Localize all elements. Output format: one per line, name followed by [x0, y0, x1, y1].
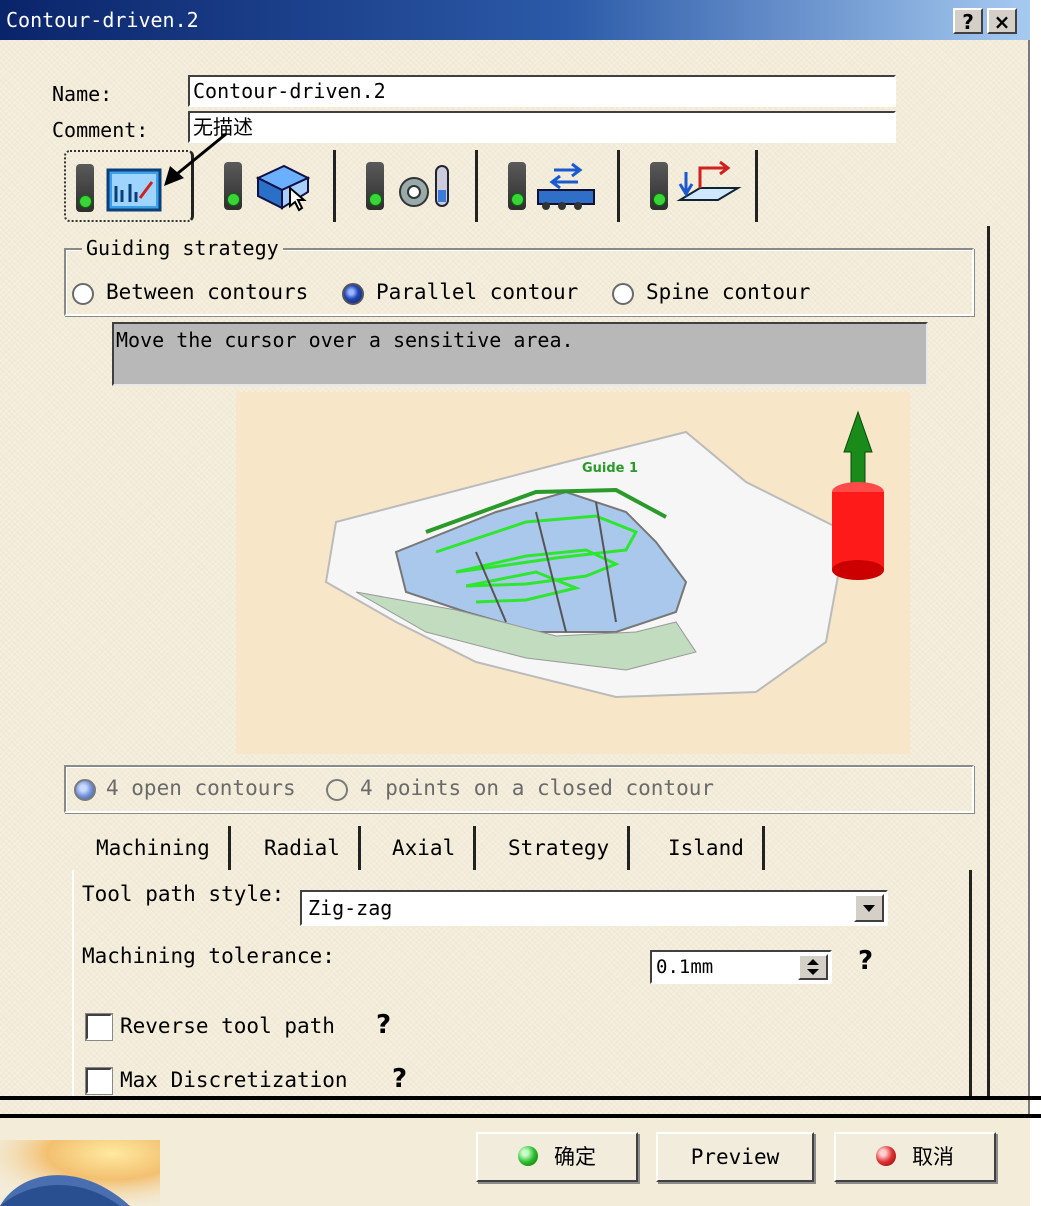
max-discretization-checkbox[interactable]: [86, 1068, 112, 1094]
radio-label-open-contours[interactable]: 4 open contours: [106, 776, 296, 800]
radio-spine-contour[interactable]: [612, 283, 634, 305]
comment-label: Comment:: [52, 118, 149, 142]
chevron-down-icon[interactable]: [854, 894, 884, 922]
geometry-tab-icon: [106, 168, 162, 212]
status-lamp-icon: [224, 162, 242, 210]
name-field[interactable]: Contour-driven.2: [188, 75, 896, 107]
radio-open-contours[interactable]: [74, 779, 96, 801]
help-icon[interactable]: ?: [953, 8, 983, 34]
radio-between-contours[interactable]: [72, 283, 94, 305]
status-lamp-icon: [508, 162, 526, 210]
cancel-button[interactable]: 取消: [834, 1132, 996, 1182]
close-icon[interactable]: ×: [987, 8, 1017, 34]
globe-logo-icon: [0, 1140, 160, 1206]
ok-button[interactable]: 确定: [476, 1132, 638, 1182]
max-disc-help-icon[interactable]: ?: [392, 1064, 407, 1094]
strategy-tab-icon: [676, 160, 742, 201]
tab-axial[interactable]: Axial: [376, 826, 477, 870]
tab-macro[interactable]: [498, 150, 620, 222]
tolerance-help-icon[interactable]: ?: [858, 946, 873, 976]
reverse-help-icon[interactable]: ?: [376, 1010, 391, 1040]
ok-indicator-icon: [518, 1146, 538, 1166]
tab-island[interactable]: Island: [652, 826, 765, 870]
guiding-strategy-title: Guiding strategy: [82, 236, 283, 260]
preview-button[interactable]: Preview: [656, 1132, 814, 1182]
name-label: Name:: [52, 82, 113, 106]
cancel-indicator-icon: [876, 1146, 896, 1166]
hint-message-box: Move the cursor over a sensitive area.: [112, 322, 928, 386]
cancel-button-label: 取消: [912, 1145, 954, 1169]
title-bar[interactable]: Contour-driven.2 ? ×: [0, 0, 1030, 40]
radio-label-parallel[interactable]: Parallel contour: [376, 280, 578, 304]
radio-label-between[interactable]: Between contours: [106, 280, 308, 304]
tool-path-style-select[interactable]: Zig-zag: [300, 890, 888, 926]
tool-path-style-label: Tool path style:: [82, 882, 285, 906]
strategy-illustration[interactable]: Guide 1: [236, 392, 910, 754]
status-lamp-icon: [76, 164, 94, 212]
machining-tolerance-input[interactable]: 0.1mm: [650, 950, 832, 984]
comment-field[interactable]: 无描述: [188, 111, 896, 143]
preview-button-label: Preview: [690, 1145, 780, 1169]
reverse-tool-path-checkbox[interactable]: [86, 1014, 112, 1040]
separator-line: [0, 1096, 1041, 1100]
spin-arrows-icon[interactable]: [798, 954, 828, 980]
radio-parallel-contour[interactable]: [342, 283, 364, 305]
status-lamp-icon: [650, 162, 668, 210]
machining-tolerance-value: 0.1mm: [656, 956, 714, 978]
tab-machining[interactable]: Machining: [80, 826, 231, 870]
tool-tab-icon: [255, 164, 311, 212]
machining-tolerance-label: Machining tolerance:: [82, 944, 335, 968]
tab-tool[interactable]: [214, 150, 336, 222]
status-lamp-icon: [366, 162, 384, 210]
guide-label: Guide 1: [582, 461, 638, 476]
radio-label-closed-contour[interactable]: 4 points on a closed contour: [360, 776, 714, 800]
reverse-tool-path-label[interactable]: Reverse tool path: [120, 1014, 335, 1038]
macro-tab-icon: [537, 162, 595, 210]
contour-surface-image: Guide 1: [324, 410, 884, 699]
tab-feeds[interactable]: [356, 150, 478, 222]
radio-closed-contour[interactable]: [326, 779, 348, 801]
ok-button-label: 确定: [554, 1145, 596, 1169]
tab-radial[interactable]: Radial: [248, 826, 361, 870]
separator-line-2: [0, 1114, 1041, 1118]
radio-label-spine[interactable]: Spine contour: [646, 280, 810, 304]
tab-strategy[interactable]: [640, 150, 758, 222]
tab-strategy-sub[interactable]: Strategy: [492, 826, 631, 870]
window-title: Contour-driven.2: [6, 8, 199, 32]
tool-path-style-value: Zig-zag: [308, 896, 393, 920]
max-discretization-label[interactable]: Max Discretization: [120, 1068, 348, 1092]
dialog-window: Contour-driven.2 ? × Name: Contour-drive…: [0, 0, 1030, 1206]
feeds-speeds-tab-icon: [399, 165, 449, 207]
